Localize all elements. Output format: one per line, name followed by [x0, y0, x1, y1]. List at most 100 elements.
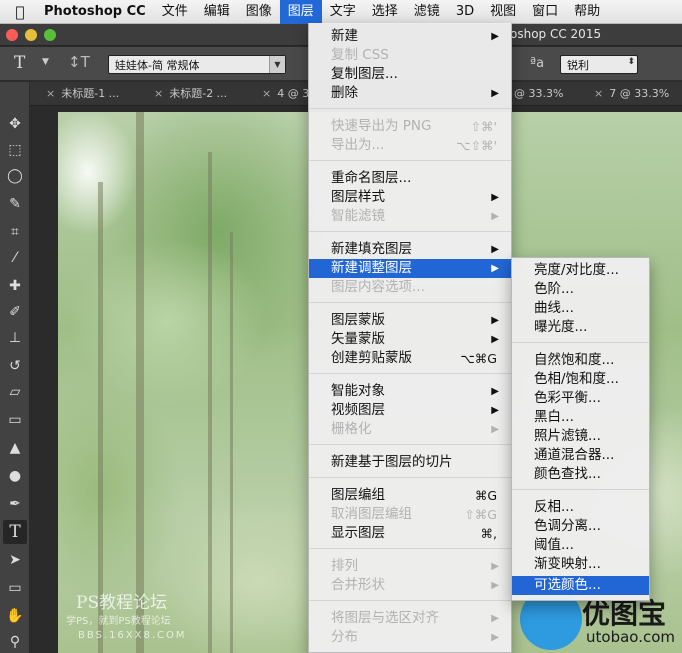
zoom-window-button[interactable]	[44, 29, 56, 41]
healing-brush-tool-icon[interactable]: ✚	[3, 274, 27, 298]
menu-window[interactable]: 窗口	[524, 0, 566, 24]
eraser-tool-icon[interactable]: ▱	[3, 380, 27, 404]
menu-item-rasterize: 栅格化 ▶	[331, 421, 499, 437]
gradient-tool-icon[interactable]: ▭	[3, 408, 27, 432]
move-tool-icon[interactable]: ✥	[3, 112, 27, 136]
font-family-select[interactable]: 娃娃体-简 常规体 ▼	[108, 55, 286, 74]
menu-help[interactable]: 帮助	[566, 0, 608, 24]
menu-item-new-layer-based-slice[interactable]: 新建基于图层的切片	[309, 453, 511, 472]
menu-item-show-layers[interactable]: 显示图层 ⌘,	[309, 524, 511, 543]
submenu-arrow-icon: ▶	[491, 88, 499, 99]
submenu-arrow-icon: ▶	[491, 244, 499, 255]
submenu-arrow-icon: ▶	[491, 613, 499, 624]
blur-tool-icon[interactable]: ▲	[3, 436, 27, 460]
minimize-window-button[interactable]	[25, 29, 37, 41]
menu-image[interactable]: 图像	[238, 0, 280, 24]
menu-app-name[interactable]: Photoshop CC	[40, 0, 154, 24]
menu-item-align-layers-to-selection: 将图层与选区对齐 ▶	[331, 610, 499, 626]
font-family-value: 娃娃体-简 常规体	[115, 59, 200, 72]
close-tab-icon[interactable]: ×	[46, 87, 55, 100]
watermark-line1: 学PS，就到PS教程论坛	[66, 616, 171, 627]
submenu-item-hue-saturation[interactable]: 色相/饱和度...	[512, 370, 649, 389]
lasso-tool-icon[interactable]: ◯	[3, 164, 27, 188]
menu-item-create-clipping-mask[interactable]: 创建剪贴蒙版 ⌥⌘G	[309, 349, 511, 368]
antialias-value: 锐利	[567, 59, 589, 72]
close-tab-icon[interactable]: ×	[154, 87, 163, 100]
new-adjustment-layer-submenu: 亮度/对比度... 色阶... 曲线... 曝光度... 自然饱和度... 色相…	[511, 257, 650, 601]
menu-item-new-adjustment-layer[interactable]: 新建调整图层 ▶	[309, 259, 511, 278]
history-brush-tool-icon[interactable]: ↺	[3, 354, 27, 378]
pen-tool-icon[interactable]: ✒	[3, 492, 27, 516]
menu-item-smart-filter: 智能滤镜 ▶	[331, 208, 499, 224]
document-tab[interactable]: × 7 @ 33.3%	[588, 82, 669, 106]
submenu-item-gradient-map[interactable]: 渐变映射...	[512, 555, 649, 574]
menu-item-distribute: 分布 ▶	[331, 629, 499, 645]
crop-tool-icon[interactable]: ⌗	[3, 220, 27, 244]
menu-type[interactable]: 文字	[322, 0, 364, 24]
chevron-down-icon[interactable]: ▼	[42, 57, 49, 67]
submenu-item-selective-color[interactable]: 可选颜色...	[512, 576, 649, 595]
menu-file[interactable]: 文件	[154, 0, 196, 24]
apple-logo-icon[interactable]: 	[0, 3, 40, 21]
stamp-tool-icon[interactable]: ⊥	[3, 326, 27, 350]
submenu-item-photo-filter[interactable]: 照片滤镜...	[512, 427, 649, 446]
menu-layer[interactable]: 图层	[279, 0, 322, 24]
submenu-arrow-icon: ▶	[491, 386, 499, 397]
brush-tool-icon[interactable]: ✐	[3, 300, 27, 324]
quick-select-tool-icon[interactable]: ✎	[3, 192, 27, 216]
type-tool-icon[interactable]: T	[3, 520, 27, 544]
close-tab-icon[interactable]: ×	[594, 87, 603, 100]
submenu-item-brightness-contrast[interactable]: 亮度/对比度...	[512, 261, 649, 280]
submenu-arrow-icon: ▶	[491, 561, 499, 572]
submenu-item-color-balance[interactable]: 色彩平衡...	[512, 389, 649, 408]
menu-view[interactable]: 视图	[482, 0, 524, 24]
document-tab[interactable]: × 未标题-1 ...	[40, 82, 119, 106]
menu-item-new-fill-layer[interactable]: 新建填充图层 ▶	[309, 240, 511, 259]
submenu-arrow-icon: ▶	[491, 31, 499, 42]
menu-item-video-layers[interactable]: 视频图层 ▶	[309, 401, 511, 420]
path-selection-tool-icon[interactable]: ➤	[3, 548, 27, 572]
menu-item-layer-style[interactable]: 图层样式 ▶	[309, 188, 511, 207]
menu-item-duplicate-layer[interactable]: 复制图层...	[309, 65, 511, 84]
text-orientation-icon[interactable]: ↕T	[68, 53, 90, 71]
eyedropper-tool-icon[interactable]: ⁄	[3, 246, 27, 270]
submenu-arrow-icon: ▶	[491, 211, 499, 222]
menu-3d[interactable]: 3D	[448, 0, 482, 24]
submenu-item-posterize[interactable]: 色调分离...	[512, 517, 649, 536]
menu-item-smart-objects[interactable]: 智能对象 ▶	[309, 382, 511, 401]
menu-filter[interactable]: 滤镜	[406, 0, 448, 24]
dodge-tool-icon[interactable]: ●	[3, 464, 27, 488]
submenu-item-exposure[interactable]: 曝光度...	[512, 318, 649, 337]
menu-item-vector-mask[interactable]: 矢量蒙版 ▶	[309, 330, 511, 349]
window-title: oshop CC 2015	[510, 27, 602, 41]
submenu-item-levels[interactable]: 色阶...	[512, 280, 649, 299]
submenu-item-channel-mixer[interactable]: 通道混合器...	[512, 446, 649, 465]
antialias-select[interactable]: 锐利 ⬍	[560, 55, 638, 74]
submenu-item-color-lookup[interactable]: 颜色查找...	[512, 465, 649, 484]
close-tab-icon[interactable]: ×	[262, 87, 271, 100]
menu-edit[interactable]: 编辑	[196, 0, 238, 24]
marquee-tool-icon[interactable]: ⬚	[3, 138, 27, 162]
document-tab[interactable]: × 未标题-2 ...	[148, 82, 227, 106]
menu-item-delete[interactable]: 删除 ▶	[309, 84, 511, 103]
submenu-arrow-icon: ▶	[491, 192, 499, 203]
hand-tool-icon[interactable]: ✋	[3, 604, 27, 628]
menu-item-rename-layer[interactable]: 重命名图层...	[309, 169, 511, 188]
type-tool-preset-icon[interactable]: T	[14, 53, 25, 73]
submenu-item-threshold[interactable]: 阈值...	[512, 536, 649, 555]
rectangle-tool-icon[interactable]: ▭	[3, 576, 27, 600]
menu-item-layer-mask[interactable]: 图层蒙版 ▶	[309, 311, 511, 330]
submenu-item-vibrance[interactable]: 自然饱和度...	[512, 351, 649, 370]
submenu-item-invert[interactable]: 反相...	[512, 498, 649, 517]
submenu-item-black-white[interactable]: 黑白...	[512, 408, 649, 427]
menu-item-group-layers[interactable]: 图层编组 ⌘G	[309, 486, 511, 505]
menu-select[interactable]: 选择	[364, 0, 406, 24]
menu-item-new[interactable]: 新建 ▶	[309, 27, 511, 46]
submenu-arrow-icon: ▶	[491, 405, 499, 416]
submenu-item-curves[interactable]: 曲线...	[512, 299, 649, 318]
close-window-button[interactable]	[6, 29, 18, 41]
zoom-tool-icon[interactable]: ⚲	[3, 630, 27, 653]
document-tab[interactable]: × 4 @ 3	[256, 82, 309, 106]
document-tab[interactable]: @ 33.3%	[508, 82, 563, 106]
submenu-arrow-icon: ▶	[491, 632, 499, 643]
